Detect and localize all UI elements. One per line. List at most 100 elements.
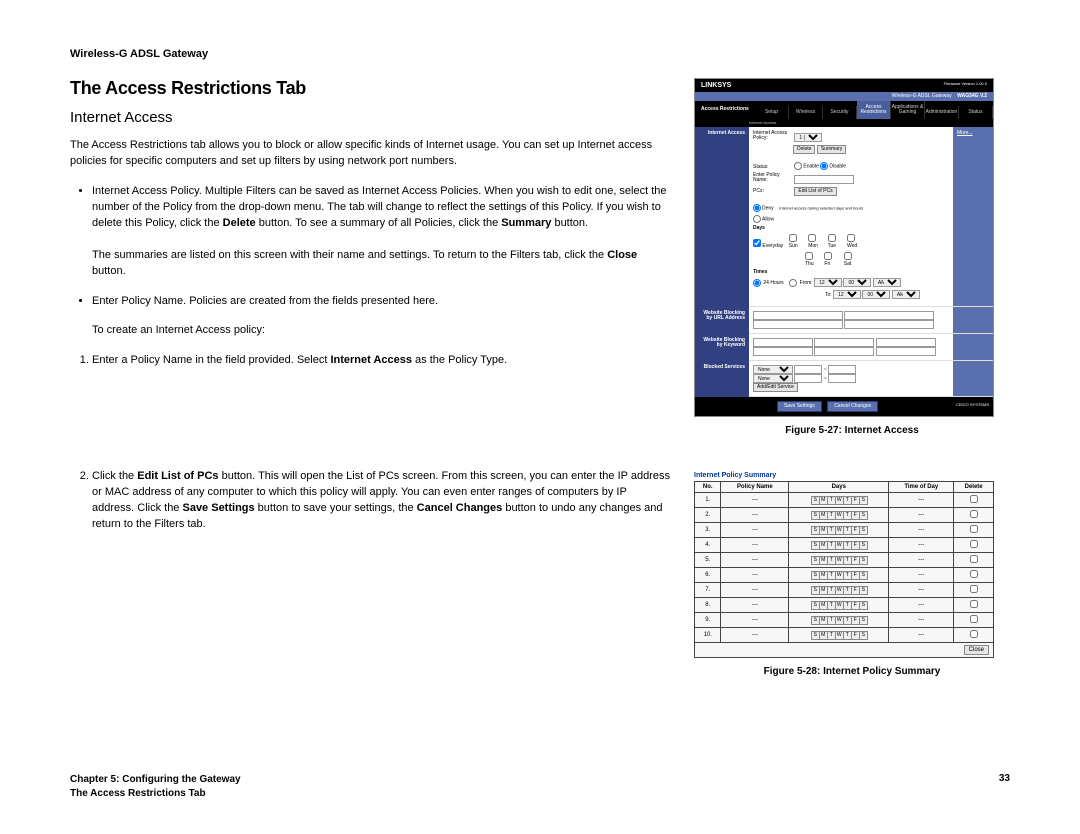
day-wed-checkbox[interactable] — [847, 234, 855, 242]
step-2: Click the Edit List of PCs button. This … — [92, 469, 670, 533]
delete-button[interactable]: Delete — [793, 145, 815, 154]
tab-applications-gaming[interactable]: Applications & Gaming — [891, 101, 925, 119]
time-to-hr[interactable]: 12 — [833, 290, 861, 299]
delete-row-checkbox[interactable] — [970, 525, 978, 533]
side-label-blocking-url: Website Blocking by URL Address — [695, 307, 749, 334]
url-block-4[interactable] — [844, 320, 934, 329]
day-mon-checkbox[interactable] — [808, 234, 816, 242]
add-edit-service-button[interactable]: Add/Edit Service — [753, 383, 798, 392]
kw-3[interactable] — [876, 338, 936, 347]
side-label-blocking-keyword: Website Blocking by Keyword — [695, 334, 749, 361]
table-row: 1.---SMTWTFS--- — [695, 493, 994, 508]
page-number: 33 — [999, 773, 1010, 800]
edit-list-of-pcs-button[interactable]: Edit List of PCs — [794, 187, 836, 196]
delete-row-checkbox[interactable] — [970, 630, 978, 638]
delete-row-checkbox[interactable] — [970, 585, 978, 593]
policy-number-select[interactable]: 1 ( ) — [794, 133, 822, 142]
product-header: Wireless-G ADSL Gateway — [70, 48, 1010, 60]
table-row: 7.---SMTWTFS--- — [695, 583, 994, 598]
day-sat-checkbox[interactable] — [844, 252, 852, 260]
svc-port-a2[interactable] — [828, 365, 856, 374]
delete-row-checkbox[interactable] — [970, 495, 978, 503]
delete-row-checkbox[interactable] — [970, 510, 978, 518]
table-row: 4.---SMTWTFS--- — [695, 538, 994, 553]
day-thu-checkbox[interactable] — [805, 252, 813, 260]
table-row: 6.---SMTWTFS--- — [695, 568, 994, 583]
day-tue-checkbox[interactable] — [828, 234, 836, 242]
figure-5-28-screenshot: Internet Policy Summary No. Policy Name … — [694, 472, 994, 658]
tab-setup[interactable]: Setup — [755, 106, 789, 119]
intro-paragraph: The Access Restrictions tab allows you t… — [70, 138, 670, 170]
table-row: 10.---SMTWTFS--- — [695, 628, 994, 643]
day-sun-checkbox[interactable] — [789, 234, 797, 242]
section-title: The Access Restrictions Tab — [70, 78, 670, 99]
linksys-brand: LINKSYS — [701, 82, 731, 89]
kw-1[interactable] — [753, 338, 813, 347]
tab-security[interactable]: Security — [823, 106, 857, 119]
delete-row-checkbox[interactable] — [970, 570, 978, 578]
table-row: 2.---SMTWTFS--- — [695, 508, 994, 523]
time-from-min[interactable]: 00 — [843, 278, 871, 287]
subsection-title: Internet Access — [70, 109, 670, 126]
table-row: 3.---SMTWTFS--- — [695, 523, 994, 538]
time-24h-radio[interactable] — [753, 279, 761, 287]
close-button[interactable]: Close — [964, 645, 989, 655]
policy-intro: To create an Internet Access policy: — [92, 323, 670, 339]
delete-row-checkbox[interactable] — [970, 600, 978, 608]
tab-section-label: Access Restrictions — [695, 101, 755, 119]
time-to-min[interactable]: 00 — [862, 290, 890, 299]
main-content-column: The Access Restrictions Tab Internet Acc… — [70, 78, 670, 695]
status-disable-radio[interactable] — [820, 162, 828, 170]
kw-5[interactable] — [814, 347, 874, 356]
figure-5-27-caption: Figure 5-27: Internet Access — [694, 425, 1010, 436]
url-block-1[interactable] — [753, 311, 843, 320]
delete-row-checkbox[interactable] — [970, 615, 978, 623]
kw-6[interactable] — [876, 347, 936, 356]
firmware-version: Firmware Version 1.00.0 — [944, 82, 987, 89]
table-row: 9.---SMTWTFS--- — [695, 613, 994, 628]
svc-select-1[interactable]: None — [753, 365, 793, 374]
day-fri-checkbox[interactable] — [824, 252, 832, 260]
kw-4[interactable] — [753, 347, 813, 356]
side-label-internet-access: Internet Access — [695, 127, 749, 307]
tab-status[interactable]: Status — [959, 106, 993, 119]
bullet-enter-policy-name: Enter Policy Name. Policies are created … — [92, 294, 670, 310]
url-block-2[interactable] — [844, 311, 934, 320]
figure-column: LINKSYS Firmware Version 1.00.0 Wireless… — [694, 78, 1010, 695]
svc-port-b2[interactable] — [828, 374, 856, 383]
time-from-ampm[interactable]: AM — [873, 278, 901, 287]
subtab-internet-access[interactable]: Internet Access — [695, 119, 993, 127]
tab-wireless[interactable]: Wireless — [789, 106, 823, 119]
side-label-blocked-services: Blocked Services — [695, 361, 749, 397]
time-to-ampm[interactable]: AM — [892, 290, 920, 299]
delete-row-checkbox[interactable] — [970, 555, 978, 563]
time-from-hr[interactable]: 12 — [814, 278, 842, 287]
figure-5-27-screenshot: LINKSYS Firmware Version 1.00.0 Wireless… — [694, 78, 994, 417]
delete-row-checkbox[interactable] — [970, 540, 978, 548]
tab-administration[interactable]: Administration — [925, 106, 959, 119]
cisco-logo: CISCO SYSTEMS — [956, 401, 989, 407]
kw-2[interactable] — [814, 338, 874, 347]
policy-summary-table: No. Policy Name Days Time of Day Delete … — [694, 481, 994, 658]
url-block-3[interactable] — [753, 320, 843, 329]
everyday-checkbox[interactable] — [753, 239, 761, 247]
tab-access-restrictions[interactable]: Access Restrictions — [857, 101, 891, 119]
footer-left: Chapter 5: Configuring the Gateway The A… — [70, 773, 241, 800]
help-panel: More... — [953, 127, 993, 307]
bullet-internet-access-policy: Internet Access Policy. Multiple Filters… — [92, 184, 670, 280]
save-settings-button[interactable]: Save Settings — [777, 401, 822, 412]
summary-title: Internet Policy Summary — [694, 472, 994, 479]
time-from-radio[interactable] — [789, 279, 797, 287]
policy-name-input[interactable] — [794, 175, 854, 184]
cancel-changes-button[interactable]: Cancel Changes — [827, 401, 878, 412]
status-enable-radio[interactable] — [794, 162, 802, 170]
table-row: 5.---SMTWTFS--- — [695, 553, 994, 568]
figure-5-28-caption: Figure 5-28: Internet Policy Summary — [694, 666, 1010, 677]
deny-radio[interactable] — [753, 204, 761, 212]
step-1: Enter a Policy Name in the field provide… — [92, 353, 670, 369]
svc-select-2[interactable]: None — [753, 374, 793, 383]
svc-port-a1[interactable] — [794, 365, 822, 374]
svc-port-b1[interactable] — [794, 374, 822, 383]
allow-radio[interactable] — [753, 215, 761, 223]
summary-button[interactable]: Summary — [817, 145, 846, 154]
